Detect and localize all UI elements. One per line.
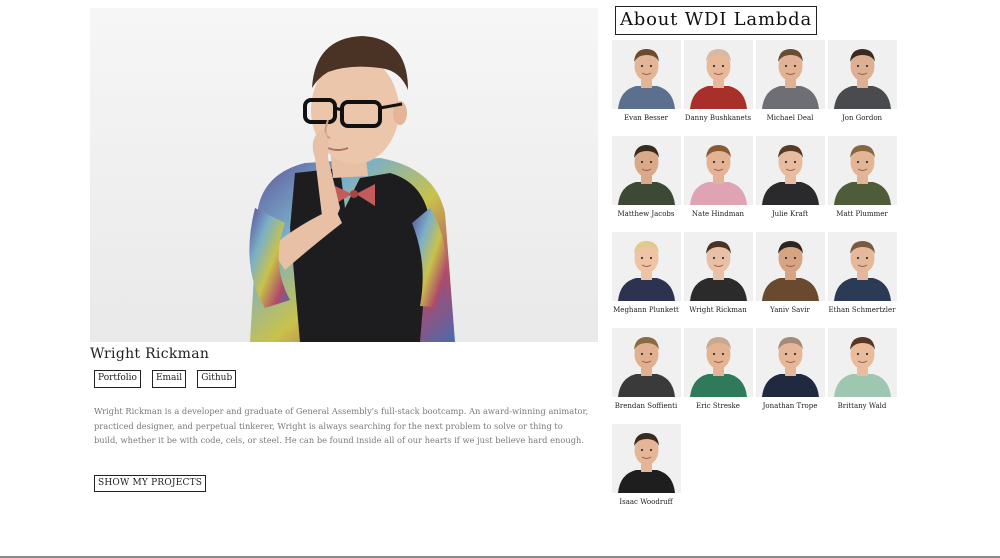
roster-name: Jonathan Trope <box>762 402 818 410</box>
roster-card[interactable]: Wright Rickman <box>682 232 754 328</box>
roster-name: Jon Gordon <box>841 114 883 122</box>
roster-photo <box>755 136 825 205</box>
roster-name: Brittany Wald <box>837 402 887 410</box>
roster-photo <box>827 40 897 109</box>
profile-name: Wright Rickman <box>90 346 210 362</box>
roster-photo <box>755 328 825 397</box>
profile-links: Portfolio Email Github <box>90 370 598 388</box>
page: Wright Rickman Portfolio Email Github Wr… <box>0 0 1000 558</box>
roster-photo <box>827 136 897 205</box>
roster-photo <box>683 232 753 301</box>
roster-card[interactable]: Brittany Wald <box>826 328 898 424</box>
roster-photo <box>827 328 897 397</box>
email-link[interactable]: Email <box>151 370 187 388</box>
roster-card[interactable]: Jonathan Trope <box>754 328 826 424</box>
profile-photo-illustration <box>90 8 598 342</box>
roster-name: Eric Streske <box>696 402 740 410</box>
show-projects-button[interactable]: SHOW MY PROJECTS <box>94 474 207 492</box>
roster-photo <box>611 232 681 301</box>
roster-card[interactable]: Meghann Plunkett <box>610 232 682 328</box>
roster-card[interactable]: Brendan Soffienti <box>610 328 682 424</box>
roster-card[interactable]: Jon Gordon <box>826 40 898 136</box>
roster-name: Danny Bushkanets <box>684 114 752 122</box>
roster-card[interactable]: Yaniv Savir <box>754 232 826 328</box>
roster-card[interactable]: Isaac Woodruff <box>610 424 682 520</box>
portfolio-link[interactable]: Portfolio <box>94 370 141 388</box>
class-roster: About WDI Lambda Evan Besser Danny Bushka… <box>610 6 910 506</box>
profile-photo <box>90 8 598 342</box>
roster-name: Brendan Soffienti <box>614 402 678 410</box>
featured-profile: Wright Rickman Portfolio Email Github Wr… <box>90 8 598 492</box>
roster-name: Yaniv Savir <box>770 306 810 314</box>
roster-card[interactable]: Matt Plummer <box>826 136 898 232</box>
roster-photo <box>611 328 681 397</box>
roster-card[interactable]: Nate Hindman <box>682 136 754 232</box>
roster-card[interactable]: Ethan Schmertzler <box>826 232 898 328</box>
roster-card[interactable]: Eric Streske <box>682 328 754 424</box>
profile-bio: Wright Rickman is a developer and gradua… <box>94 406 589 445</box>
roster-photo <box>683 136 753 205</box>
roster-name: Matthew Jacobs <box>617 210 675 218</box>
section-title: About WDI Lambda <box>615 6 817 35</box>
roster-grid: Evan Besser Danny Bushkanets Michael Deal J… <box>610 40 900 520</box>
roster-card[interactable]: Danny Bushkanets <box>682 40 754 136</box>
roster-name: Nate Hindman <box>691 210 745 218</box>
roster-name: Julie Kraft <box>771 210 809 218</box>
roster-name: Ethan Schmertzler <box>828 306 896 314</box>
roster-card[interactable]: Michael Deal <box>754 40 826 136</box>
roster-name: Matt Plummer <box>836 210 888 218</box>
roster-card[interactable]: Matthew Jacobs <box>610 136 682 232</box>
roster-photo <box>611 136 681 205</box>
roster-photo <box>611 424 681 493</box>
roster-photo <box>827 232 897 301</box>
roster-photo <box>611 40 681 109</box>
roster-card[interactable]: Julie Kraft <box>754 136 826 232</box>
roster-name: Evan Besser <box>624 114 668 122</box>
roster-name: Meghann Plunkett <box>613 306 679 314</box>
github-link[interactable]: Github <box>197 370 237 388</box>
roster-card[interactable]: Evan Besser <box>610 40 682 136</box>
roster-photo <box>755 232 825 301</box>
roster-photo <box>683 40 753 109</box>
roster-name: Wright Rickman <box>689 306 747 314</box>
roster-photo <box>755 40 825 109</box>
roster-name: Michael Deal <box>766 114 814 122</box>
roster-photo <box>683 328 753 397</box>
roster-name: Isaac Woodruff <box>619 498 673 506</box>
